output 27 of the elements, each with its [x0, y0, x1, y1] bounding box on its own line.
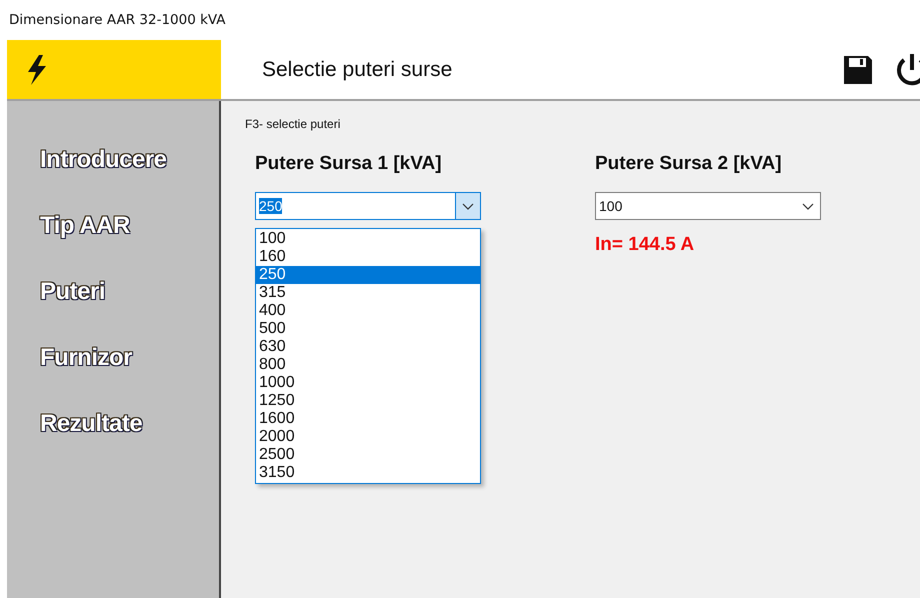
dropdown-option[interactable]: 3150: [256, 464, 480, 482]
page-title: Selectie puteri surse: [262, 58, 454, 82]
save-icon[interactable]: [842, 54, 874, 86]
dropdown-option[interactable]: 2000: [256, 428, 480, 446]
window-title: Dimensionare AAR 32-1000 kVA: [9, 12, 226, 28]
power-icon[interactable]: [894, 52, 920, 88]
lightning-icon[interactable]: [25, 54, 49, 86]
power-dropdown[interactable]: 250: [255, 192, 481, 220]
power-dropdown[interactable]: 100: [595, 192, 821, 220]
dropdown-option[interactable]: 1600: [256, 410, 480, 428]
source-label: Putere Sursa 2 [kVA]: [595, 153, 782, 175]
dropdown-option[interactable]: 250: [256, 266, 480, 284]
dropdown-option[interactable]: 1000: [256, 374, 480, 392]
dropdown-option[interactable]: 800: [256, 356, 480, 374]
dropdown-option[interactable]: 160: [256, 248, 480, 266]
source-label: Putere Sursa 1 [kVA]: [255, 153, 442, 175]
dropdown-option[interactable]: 2500: [256, 446, 480, 464]
current-result: In= 144.5 A: [595, 234, 694, 256]
dropdown-option[interactable]: 400: [256, 302, 480, 320]
dropdown-option[interactable]: 500: [256, 320, 480, 338]
dropdown-option[interactable]: 630: [256, 338, 480, 356]
dropdown-option[interactable]: 1250: [256, 392, 480, 410]
dropdown-option[interactable]: 315: [256, 284, 480, 302]
section-caption: F3- selectie puteri: [245, 117, 340, 131]
dropdown-option[interactable]: 100: [256, 230, 480, 248]
chevron-down-icon: [462, 202, 474, 210]
chevron-down-icon: [802, 202, 814, 210]
